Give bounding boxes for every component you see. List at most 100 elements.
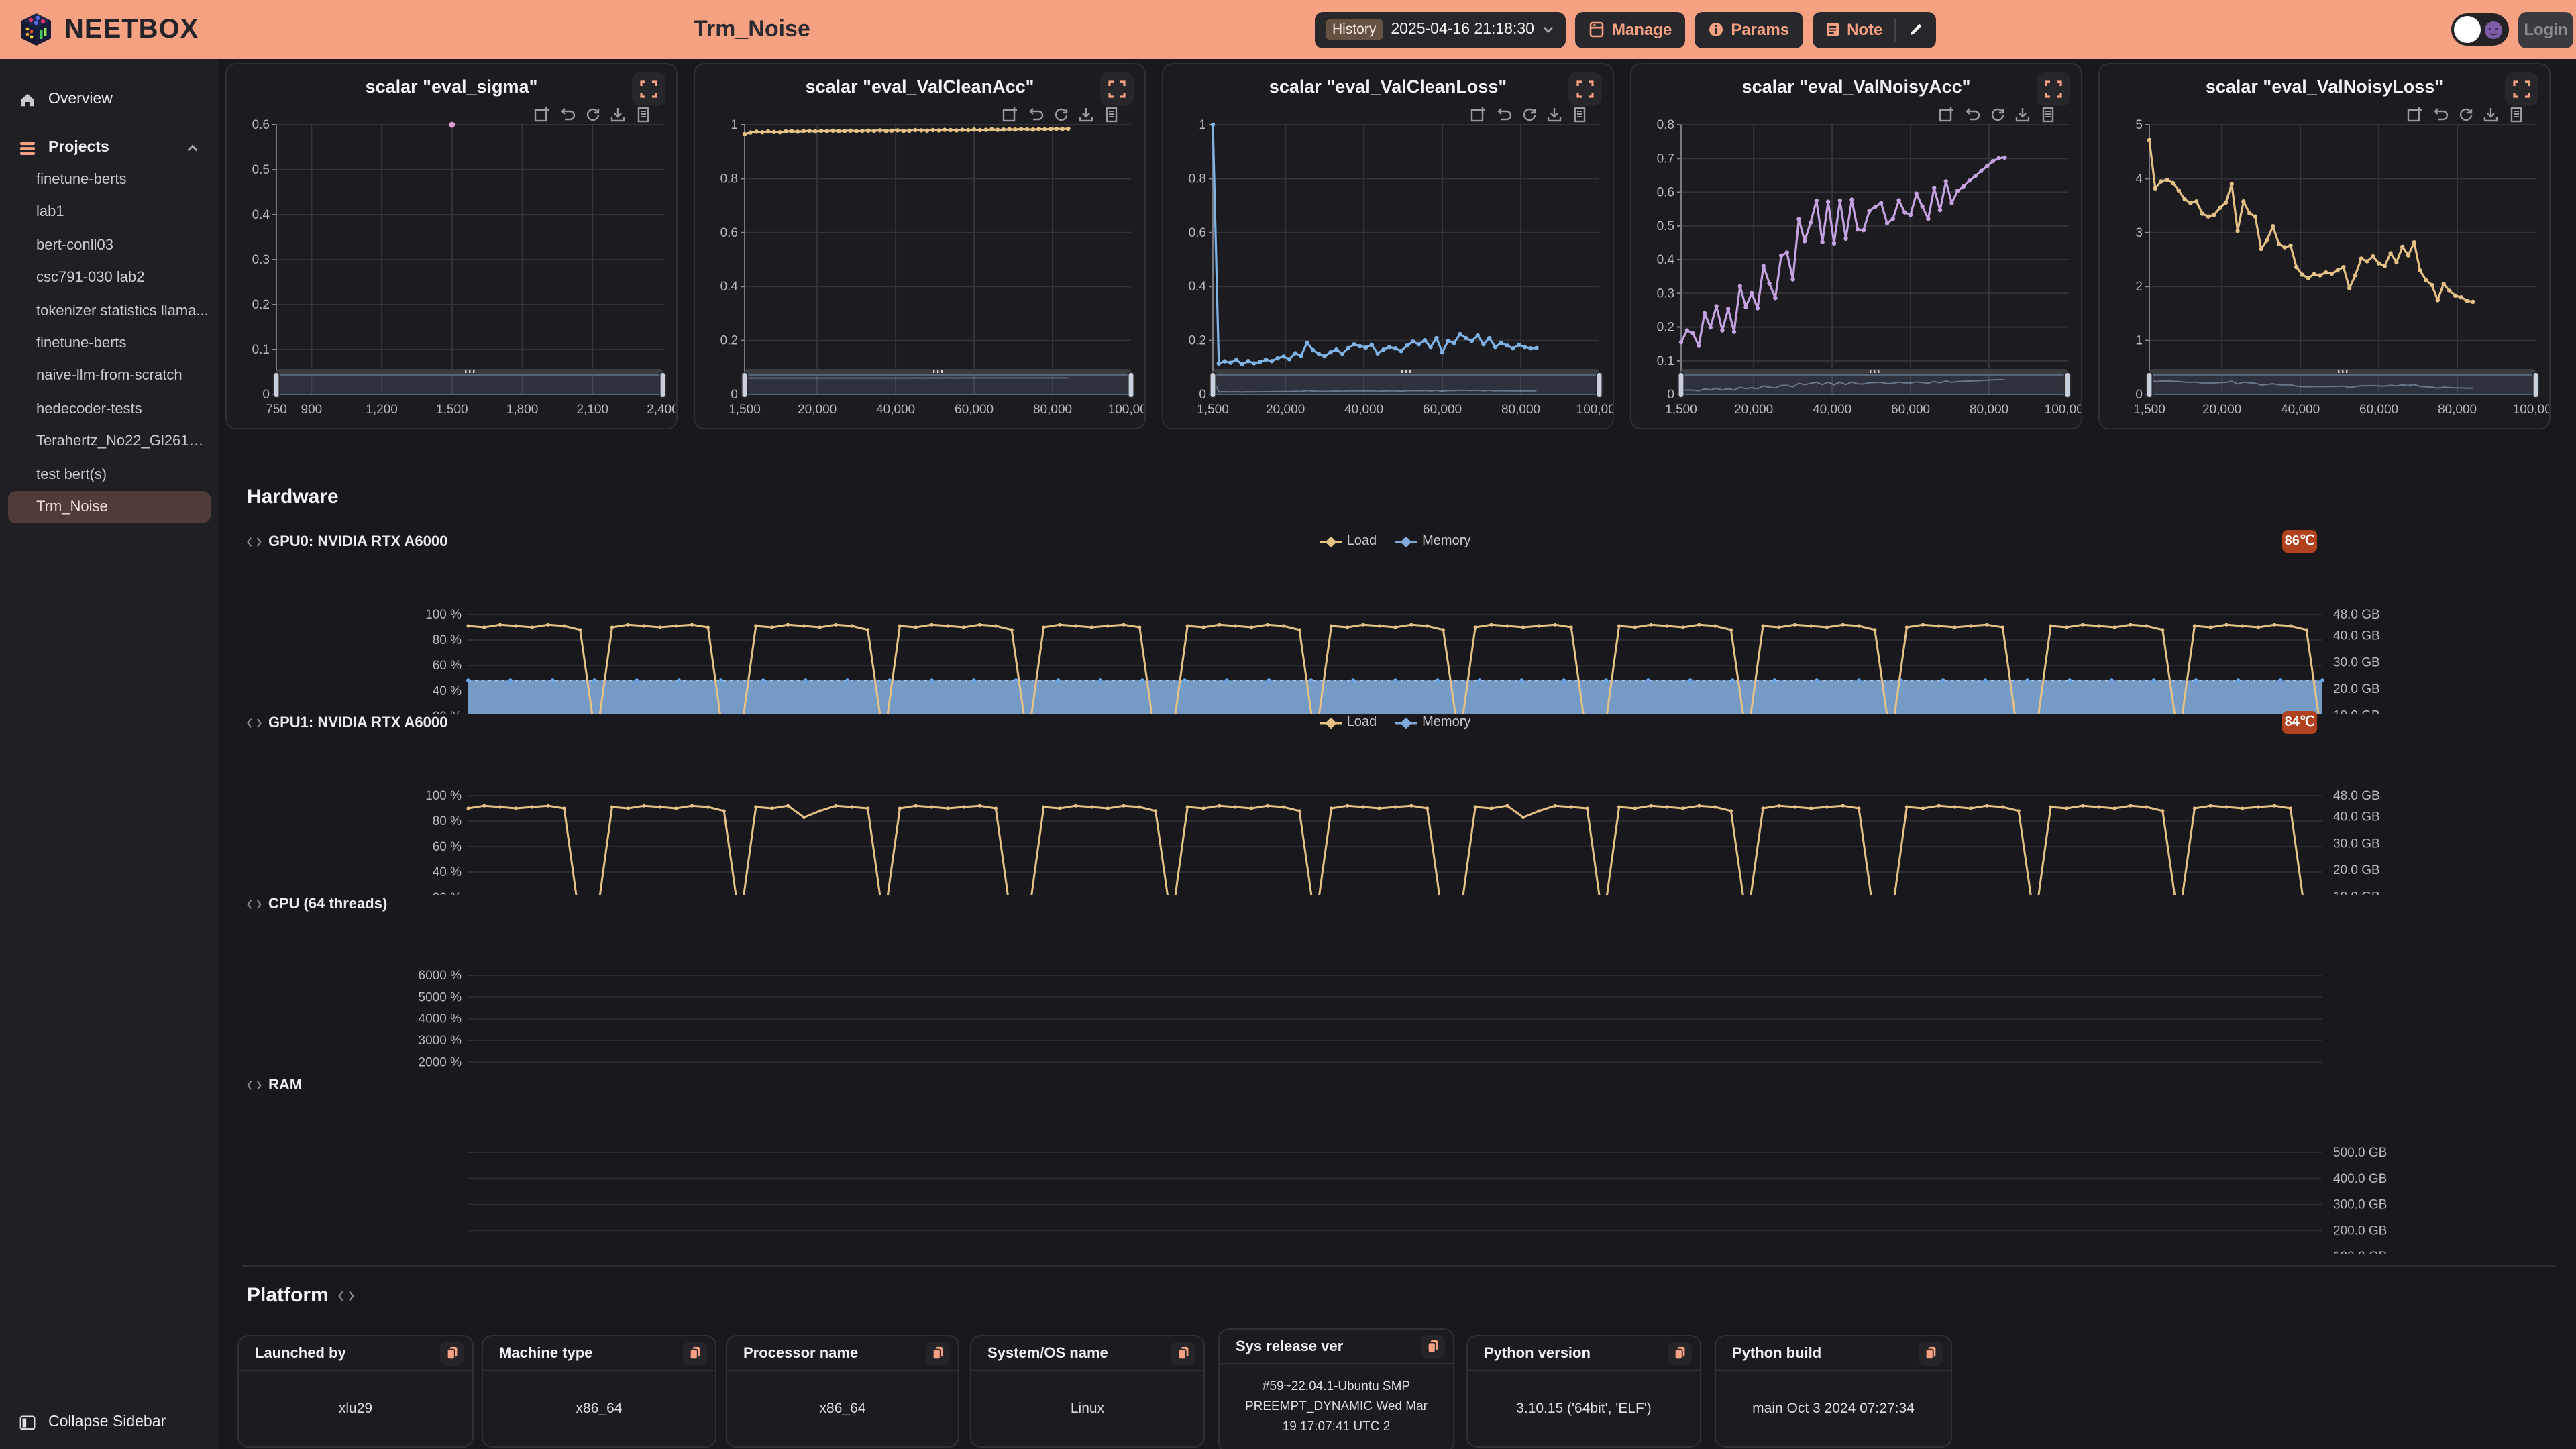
- copy-button[interactable]: [926, 1341, 950, 1365]
- platform-card-title: System/OS name: [987, 1345, 1171, 1361]
- platform-card-header: Launched by: [239, 1336, 472, 1371]
- sidebar-item-project[interactable]: test bert(s): [0, 458, 211, 491]
- sidebar-group-projects[interactable]: Projects: [0, 131, 219, 164]
- svg-text:5: 5: [2135, 118, 2143, 132]
- note-button[interactable]: Note: [1812, 11, 1894, 48]
- sidebar-item-project[interactable]: Terahertz_No22_Gl261_gl...: [0, 425, 211, 458]
- datazoom-handle[interactable]: [1210, 372, 1216, 398]
- svg-text:500.0 GB: 500.0 GB: [2333, 1146, 2387, 1160]
- sidebar-item-project[interactable]: finetune-berts: [0, 164, 211, 197]
- zoom-tool-button[interactable]: [533, 106, 550, 123]
- zoom-tool-button[interactable]: [1001, 106, 1018, 123]
- restore-tool-button[interactable]: [1052, 106, 1069, 123]
- undo-tool-button[interactable]: [1963, 106, 1980, 123]
- datazoom-handle[interactable]: [2065, 372, 2071, 398]
- collapse-sidebar-icon: [19, 1413, 36, 1431]
- hardware-heading: Hardware: [247, 486, 339, 508]
- hardware-label-ram: RAM: [247, 1077, 302, 1093]
- copy-button[interactable]: [1919, 1341, 1943, 1365]
- datazoom-handle[interactable]: [1678, 372, 1684, 398]
- svg-text:40.0 GB: 40.0 GB: [2333, 810, 2380, 824]
- undo-tool-button[interactable]: [558, 106, 576, 123]
- svg-text:40,000: 40,000: [2281, 402, 2320, 417]
- chevron-down-icon: [1542, 23, 1556, 36]
- platform-card-title: Sys release ver: [1236, 1338, 1421, 1354]
- copy-button[interactable]: [1171, 1341, 1195, 1365]
- sidebar-item-project[interactable]: naive-llm-from-scratch: [0, 360, 211, 393]
- svg-text:80,000: 80,000: [1033, 402, 1072, 417]
- zoom-tool-button[interactable]: [1469, 106, 1487, 123]
- login-button[interactable]: Login: [2518, 11, 2573, 48]
- svg-text:0.8: 0.8: [1189, 172, 1206, 186]
- svg-text:100 %: 100 %: [425, 789, 462, 803]
- copy-icon: [1176, 1346, 1191, 1360]
- datazoom-handle[interactable]: [1128, 372, 1134, 398]
- edit-note-button[interactable]: [1896, 11, 1936, 48]
- zoom-tool-button[interactable]: [1937, 106, 1955, 123]
- download-tool-button[interactable]: [2014, 106, 2031, 123]
- datazoom-handle[interactable]: [2533, 372, 2539, 398]
- sidebar-item-project[interactable]: csc791-030 lab2: [0, 262, 211, 294]
- download-tool-button[interactable]: [1546, 106, 1563, 123]
- sidebar-item-project[interactable]: finetune-berts: [0, 327, 211, 360]
- datazoom-handle[interactable]: [2147, 372, 2153, 398]
- history-select[interactable]: History 2025-04-16 21:18:30: [1315, 11, 1566, 48]
- svg-text:100.0 GB: 100.0 GB: [2333, 1250, 2387, 1254]
- restore-tool-button[interactable]: [1520, 106, 1538, 123]
- sidebar-item-project[interactable]: tokenizer statistics llama...: [0, 294, 211, 327]
- chart-toolbox: [1937, 106, 2057, 123]
- download-tool-button[interactable]: [1077, 106, 1095, 123]
- platform-card-title: Launched by: [255, 1345, 440, 1361]
- data-view-icon: [1571, 106, 1589, 123]
- restore-icon: [1052, 106, 1069, 123]
- data-view-tool-button[interactable]: [2508, 106, 2525, 123]
- copy-button[interactable]: [1421, 1334, 1445, 1358]
- data-view-tool-button[interactable]: [1571, 106, 1589, 123]
- svg-text:20,000: 20,000: [1266, 402, 1305, 417]
- undo-tool-button[interactable]: [1026, 106, 1044, 123]
- hardware-chart-ram[interactable]: 500.0 GB400.0 GB300.0 GB200.0 GB100.0 GB…: [402, 1085, 2415, 1254]
- download-tool-button[interactable]: [2482, 106, 2500, 123]
- datazoom-band[interactable]: [2149, 375, 2536, 394]
- sidebar-item-project[interactable]: Trm_Noise: [8, 491, 211, 524]
- undo-tool-button[interactable]: [1495, 106, 1512, 123]
- manage-button[interactable]: Manage: [1576, 11, 1685, 48]
- data-view-tool-button[interactable]: [635, 106, 652, 123]
- svg-text:0.7: 0.7: [1657, 152, 1674, 166]
- datazoom-handle[interactable]: [660, 372, 666, 398]
- sidebar-item-project[interactable]: bert-conll03: [0, 229, 211, 262]
- hardware-chart-gpu1[interactable]: 0 %20 %40 %60 %80 %100 %48.0 GB40.0 GB30…: [402, 726, 2415, 895]
- sidebar-item-project[interactable]: hedecoder-tests: [0, 392, 211, 425]
- svg-text:5000 %: 5000 %: [419, 990, 462, 1004]
- code-icon: [247, 535, 262, 549]
- platform-card: Processor namex86_64: [726, 1335, 959, 1448]
- datazoom-band[interactable]: [276, 375, 663, 394]
- hardware-chart-cpu[interactable]: 0 %1000 %2000 %3000 %4000 %5000 %6000 %0…: [402, 904, 2415, 1079]
- copy-button[interactable]: [683, 1341, 707, 1365]
- sidebar-item-overview[interactable]: Overview: [0, 83, 219, 115]
- datazoom-handle[interactable]: [274, 372, 280, 398]
- copy-button[interactable]: [1668, 1341, 1692, 1365]
- sidebar-item-project[interactable]: lab1: [0, 197, 211, 229]
- theme-toggle[interactable]: [2451, 13, 2509, 46]
- restore-tool-button[interactable]: [2457, 106, 2474, 123]
- restore-tool-button[interactable]: [1988, 106, 2006, 123]
- datazoom-handle[interactable]: [1597, 372, 1603, 398]
- datazoom-handle[interactable]: [742, 372, 748, 398]
- params-button[interactable]: Params: [1695, 11, 1803, 48]
- download-icon: [1546, 106, 1563, 123]
- data-view-tool-button[interactable]: [2039, 106, 2057, 123]
- zoom-tool-button[interactable]: [2406, 106, 2423, 123]
- collapse-sidebar-button[interactable]: Collapse Sidebar: [0, 1406, 166, 1438]
- copy-button[interactable]: [440, 1341, 464, 1365]
- datazoom-band[interactable]: [1681, 375, 2068, 394]
- svg-text:0.4: 0.4: [252, 208, 270, 222]
- data-view-tool-button[interactable]: [1103, 106, 1120, 123]
- undo-tool-button[interactable]: [2431, 106, 2449, 123]
- download-tool-button[interactable]: [609, 106, 627, 123]
- restore-tool-button[interactable]: [584, 106, 601, 123]
- server-icon: [1589, 21, 1605, 38]
- svg-text:0.4: 0.4: [720, 280, 739, 294]
- svg-text:3000 %: 3000 %: [419, 1034, 462, 1048]
- hardware-chart-gpu0[interactable]: 0 %20 %40 %60 %80 %100 %48.0 GB40.0 GB30…: [402, 545, 2415, 714]
